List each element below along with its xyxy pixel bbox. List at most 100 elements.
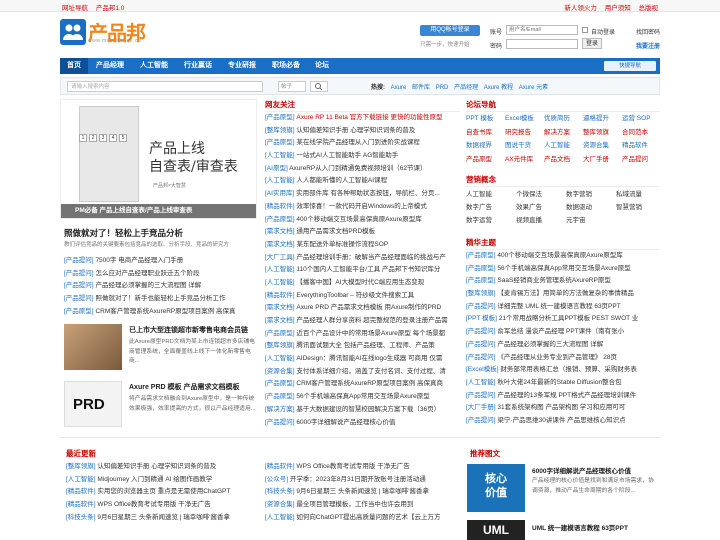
list-item[interactable]: [产品原型] Axure RP 11 Beta 官方下载链接 更快的功能性原型: [265, 112, 460, 125]
grid-link[interactable]: 效果广告: [516, 201, 542, 211]
list-item[interactable]: [人工智能] 【播客中国】AI大模型时代C端应用生态变现: [265, 277, 460, 290]
grid-link[interactable]: 产品提问: [622, 153, 648, 163]
list-item-tag[interactable]: [产品提问]: [466, 354, 496, 361]
list-item-tag[interactable]: [产品原型]: [466, 252, 496, 259]
list-item[interactable]: [产品原型] 56个手机端高保真App常用交互场景Axure原型: [265, 391, 460, 404]
list-item-title[interactable]: Axure RP 11 Beta 官方下载链接 更快的功能性原型: [295, 114, 442, 121]
search-input[interactable]: 请输入搜索内容: [67, 81, 263, 92]
nav-ai[interactable]: 人工智能: [132, 58, 176, 74]
account-input[interactable]: [506, 25, 578, 35]
nav-reports[interactable]: 专业研报: [220, 58, 264, 74]
list-item-tag[interactable]: [精品软件]: [265, 203, 295, 210]
list-item-title[interactable]: 详细完整 UML 统一建模语言教程 63页PPT: [496, 303, 620, 310]
list-item-title[interactable]: 认知偏差知识手册 心理学知识词条的普及: [96, 463, 216, 470]
list-item-title[interactable]: 【麦肯锡方法】用简单的方法做复杂的事情精品: [496, 290, 634, 297]
list-item[interactable]: [精品软件] 效率惊喜！一款代码开启Windows的上帝模式: [265, 201, 460, 214]
list-item[interactable]: [整库领旗] 认知偏差知识手册 心理学知识词条的普及: [66, 461, 262, 474]
list-item-tag[interactable]: [人工智能]: [265, 514, 295, 521]
list-item[interactable]: [资源合集] 最全项目管理模板，工作当中也许会用到: [265, 499, 461, 512]
grid-link[interactable]: 图说干货: [505, 139, 531, 149]
list-item-tag[interactable]: [人工智能]: [265, 279, 295, 286]
grid-link[interactable]: 自查书库: [466, 126, 492, 136]
list-item-title[interactable]: 最全项目管理模板，工作当中也许会用到: [295, 501, 413, 508]
list-item-tag[interactable]: [人工智能]: [265, 177, 295, 184]
list-item-title[interactable]: 腾讯面试题大全 包括产品经理、工程师、产品策: [295, 342, 434, 349]
list-item[interactable]: [产品提问] 《产品经理从业务专业到产品管理》 28页: [466, 352, 660, 365]
banner-dot[interactable]: 2: [89, 134, 97, 142]
list-item-title[interactable]: 《产品经理从业务专业到产品管理》 28页: [496, 354, 617, 361]
top-link-nav[interactable]: 网址导航: [62, 5, 88, 12]
grid-link[interactable]: Excel模板: [505, 112, 534, 122]
list-item-tag[interactable]: [资源合集]: [265, 501, 295, 508]
nav-pm[interactable]: 产品经理: [88, 58, 132, 74]
list-item-tag[interactable]: [PPT 模板]: [466, 315, 497, 322]
list-item-title[interactable]: AIDesign：腾讯智能AI在线logo生成器 可商用 仅需: [295, 355, 442, 362]
list-item-title[interactable]: 近百个产品设计中的常用场景Axure原型 每个场景都: [295, 330, 445, 337]
banner-slide[interactable]: 产品上线 自查表/审查表 产品邦×大智慧 1 2 3 4 5 PM必备 产品上线…: [60, 99, 257, 219]
list-item-tag[interactable]: [需求文档]: [265, 241, 295, 248]
hot-item[interactable]: Axure: [391, 85, 407, 91]
nav-home[interactable]: 首页: [60, 58, 88, 74]
list-item-tag[interactable]: [Excel模板]: [466, 366, 499, 373]
list-item-tag[interactable]: [大厂手册]: [466, 404, 496, 411]
list-item-tag[interactable]: [精品软件]: [265, 292, 295, 299]
list-item-tag[interactable]: [产品原型]: [466, 277, 496, 284]
grid-link[interactable]: 整库领旗: [583, 126, 609, 136]
grid-link[interactable]: 产品文档: [544, 153, 570, 163]
list-item-title[interactable]: 产品经理培训手册：破解当产品经理面临的挑战与产: [295, 254, 446, 261]
list-item-title[interactable]: 31套系统架构图 产品架构图 学习和应用可可: [496, 404, 625, 411]
list-item[interactable]: [产品提问] 产品经理的13条军规 PPT格式产品经理培训课件: [466, 390, 660, 403]
list-item[interactable]: [产品提问] 梁宁·产品思维30讲课件 产品思维核心知识点: [466, 415, 660, 428]
grid-link[interactable]: 数据驱动: [566, 201, 592, 211]
list-item-title[interactable]: 支付体系详细介绍，涵盖了支付名词、支付过程、清: [295, 368, 446, 375]
list-item[interactable]: [解决方案] 基于大数据建设的智慧校园解决方案下载（36页）: [265, 404, 460, 417]
list-item-title[interactable]: CRM客户管理系统AxureRP原型项目案例 高保真商: [295, 380, 443, 387]
list-item[interactable]: [人工智能] 人人都能听懂的人工智能AI课程: [265, 175, 460, 188]
list-item-title[interactable]: 实用部件库 有各种帮助状态按钮，导航栏、分页...: [294, 190, 440, 197]
list-item-title[interactable]: 实用您的浏览器主页 重点是无需使用ChatGPT: [96, 488, 230, 495]
list-item[interactable]: [产品原型] 400个移动端交互场景高保真原Axure原型库: [466, 250, 660, 263]
list-item[interactable]: [产品原型] SaaS经销商业务管理系统AxureRP原型: [466, 275, 660, 288]
list-item-title[interactable]: 产品经理必须掌握的三大流程图 详解: [496, 341, 603, 348]
grid-link[interactable]: 元宇宙: [566, 214, 586, 224]
list-item-title[interactable]: 一站式AI人工智能助手 AG智能助手: [295, 152, 398, 159]
list-item-tag[interactable]: [公众号]: [265, 476, 288, 483]
list-item[interactable]: [产品原型] 56个手机端高保真App常用交互场景Axure原型: [466, 263, 660, 276]
list-item-title[interactable]: 秋叶大佬24年最新的Stable Diffusion整合包: [496, 379, 621, 386]
grid-link[interactable]: PPT 模板: [466, 112, 493, 122]
list-item-title[interactable]: 某东配送外单标准操作流程SOP: [295, 241, 388, 248]
quick-nav-button[interactable]: 快捷导航: [604, 61, 656, 71]
list-item[interactable]: [产品原型] 400个移动端交互场景高保真原Axure原型库: [265, 214, 460, 227]
list-item-tag[interactable]: [资源合集]: [265, 368, 295, 375]
list-item-title[interactable]: AxureRP从入门到精通免费视频培训（62节课）: [288, 165, 426, 172]
list-item-tag[interactable]: [AI原型]: [265, 165, 288, 172]
list-item-tag[interactable]: [人工智能]: [265, 355, 295, 362]
list-item-tag[interactable]: [需求文档]: [265, 228, 295, 235]
grid-link[interactable]: 产品原型: [466, 153, 492, 163]
list-item[interactable]: [产品提问] 产品经理必须掌握的三大流程图 详解: [466, 339, 660, 352]
hot-item[interactable]: Axure 教程: [484, 85, 513, 91]
list-item-tag[interactable]: [整库领旗]: [66, 463, 96, 470]
list-item-title[interactable]: 通用产品需求文档PRD模板: [295, 228, 375, 235]
nav-career[interactable]: 职场必备: [264, 58, 308, 74]
grid-link[interactable]: 资源合集: [583, 139, 609, 149]
list-item[interactable]: [产品原型] 近百个产品设计中的常用场景Axure原型 每个场景都: [265, 328, 460, 341]
list-item[interactable]: [需求文档] 产品经理人群分享资料 超完整规范的登录注册产品需: [265, 315, 460, 328]
list-item[interactable]: [AI实用库] 实用部件库 有各种帮助状态按钮，导航栏、分页...: [265, 188, 460, 201]
list-item-tag[interactable]: [精品软件]: [66, 501, 96, 508]
list-item[interactable]: [产品提问] 俞军总结 漫谈产品经理 PPT课件（南有张小: [466, 326, 660, 339]
list-item-title[interactable]: 某在线学院产品经理从入门到进阶实战课程: [295, 139, 420, 146]
list-item-tag[interactable]: [产品提问]: [265, 419, 295, 426]
grid-link[interactable]: 解决方案: [544, 126, 570, 136]
list-item-tag[interactable]: [大厂工具]: [265, 254, 295, 261]
list-item-tag[interactable]: [产品提问]: [466, 392, 496, 399]
list-item-tag[interactable]: [产品提问]: [466, 328, 496, 335]
list-item-title[interactable]: 56个手机端高保真App常用交互场景Axure原型: [295, 393, 429, 400]
list-item[interactable]: [需求文档] Axure PRD 产品需求文档模板 用Axure制作的PRD: [265, 302, 460, 315]
hot-item[interactable]: 产品经理: [454, 85, 478, 91]
recommend-title[interactable]: 6000字详细解说产品经理核心价值: [532, 465, 631, 475]
list-item-title[interactable]: 开学季：2023年8月31日期开放账号注册活动通: [288, 476, 426, 483]
recommend-thumb[interactable]: 核心 价值: [467, 464, 525, 512]
article-title[interactable]: Axure PRD 模板 产品需求文档模板: [129, 382, 239, 392]
grid-link[interactable]: 数字运营: [466, 214, 492, 224]
